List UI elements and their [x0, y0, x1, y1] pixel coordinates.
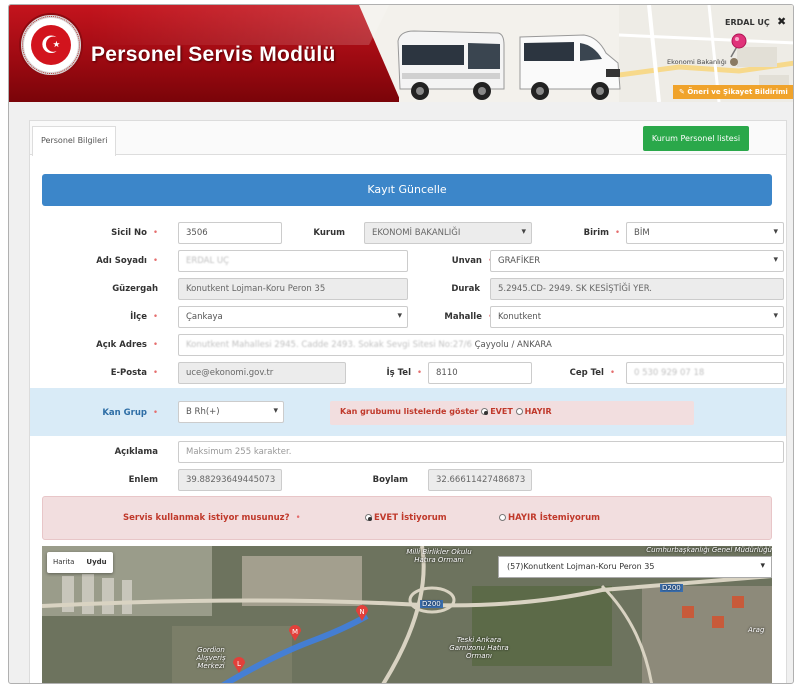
- map-label-road-2: D200: [660, 584, 683, 592]
- mahalle-label: Mahalle•: [444, 312, 493, 322]
- kan-goster-hayir-radio[interactable]: [515, 408, 523, 415]
- is-tel-input[interactable]: 8110: [428, 362, 532, 384]
- map-label-top-right: Cumhurbaşkanlığı Genel Müdürlüğü: [646, 546, 772, 554]
- map-pin-label: Ekonomi Bakanlığı: [667, 58, 738, 66]
- close-icon[interactable]: ✖: [777, 15, 786, 28]
- route-marker-m[interactable]: M: [288, 624, 302, 642]
- aciklama-input[interactable]: Maksimum 255 karakter.: [178, 441, 784, 463]
- map-label-teski: Teski Ankara Garnizonu Hatıra Ormanı: [449, 636, 509, 660]
- unvan-select[interactable]: GRAFİKER: [490, 250, 784, 272]
- form-banner: Kayıt Güncelle: [42, 174, 772, 206]
- tab-personel-bilgileri[interactable]: Personel Bilgileri: [32, 126, 117, 156]
- map-label-arag: Arag: [748, 626, 765, 634]
- acik-adres-input[interactable]: Konutkent Mahallesi 2945. Cadde 2493. So…: [178, 334, 784, 356]
- boylam-label: Boylam: [372, 475, 408, 485]
- unvan-label: Unvan•: [451, 256, 493, 266]
- map-pin-icon: [730, 33, 747, 58]
- ilce-label: İlçe •: [130, 312, 158, 322]
- pencil-icon: ✎: [679, 88, 685, 96]
- feedback-link[interactable]: ✎ Öneri ve Şikayet Bildirimi: [673, 85, 793, 99]
- servis-band: Servis kullanmak istiyor musunuz? • EVET …: [42, 496, 772, 540]
- route-map[interactable]: N M L Milli Birlikler Okulu Hatıra Orman…: [42, 546, 772, 683]
- kan-goster-evet-radio[interactable]: [481, 408, 489, 415]
- kurum-label: Kurum: [313, 228, 345, 238]
- servis-evet-option[interactable]: EVET İstiyorum: [365, 513, 447, 523]
- app-title: Personel Servis Modülü: [91, 43, 336, 66]
- eposta-input[interactable]: uce@ekonomi.gov.tr: [178, 362, 346, 384]
- enlem-label: Enlem: [128, 475, 158, 485]
- is-tel-label: İş Tel •: [386, 368, 422, 378]
- sicil-label: Sicil No •: [111, 228, 158, 238]
- route-select[interactable]: (57)Konutkent Lojman-Koru Peron 35: [498, 556, 772, 578]
- kurum-personel-listesi-button[interactable]: Kurum Personel listesi: [643, 126, 749, 151]
- durak-input[interactable]: 5.2945.CD- 2949. SK KESİŞTİĞİ YER.: [490, 278, 784, 300]
- map-type-uydu[interactable]: Uydu: [80, 552, 112, 572]
- van-image: [519, 34, 621, 100]
- map-type-harita[interactable]: Harita: [47, 552, 80, 572]
- user-name[interactable]: ERDAL UÇ: [725, 18, 770, 27]
- map-label-gordion: Gordion Alışveriş Merkezi: [196, 646, 226, 670]
- route-marker-n[interactable]: N: [355, 604, 369, 622]
- boylam-input[interactable]: 32.66611427486873: [428, 469, 532, 491]
- acik-adres-label: Açık Adres •: [96, 340, 158, 350]
- servis-hayir-option[interactable]: HAYIR İstemiyorum: [499, 513, 600, 523]
- app-frame: ☪ Personel Servis Modülü ERDAL UÇ ✖ Ekon…: [8, 4, 794, 684]
- durak-label: Durak: [451, 284, 480, 294]
- birim-label: Birim •: [583, 228, 620, 238]
- cep-tel-label: Cep Tel •: [569, 368, 615, 378]
- ad-soyad-input[interactable]: ERDAL UÇ: [178, 250, 408, 272]
- ad-soyad-label: Adı Soyadı •: [96, 256, 158, 266]
- kan-grup-label: Kan Grup •: [102, 408, 158, 418]
- map-type-control: Harita Uydu: [47, 552, 113, 573]
- kurum-select[interactable]: EKONOMİ BAKANLIĞI: [364, 222, 532, 244]
- mahalle-select[interactable]: Konutkent: [490, 306, 784, 328]
- ministry-logo: ☪: [21, 15, 81, 75]
- svg-text:N: N: [359, 608, 364, 616]
- kan-grup-select[interactable]: B Rh(+): [178, 401, 284, 423]
- servis-hayir-radio[interactable]: [499, 514, 506, 521]
- main-content: Personel Bilgileri Kurum Personel listes…: [29, 120, 787, 683]
- ilce-select[interactable]: Çankaya: [178, 306, 408, 328]
- eposta-label: E-Posta •: [110, 368, 158, 378]
- tab-bar: Personel Bilgileri Kurum Personel listes…: [30, 121, 786, 156]
- guzergah-label: Güzergah: [112, 284, 158, 294]
- guzergah-input[interactable]: Konutkent Lojman-Koru Peron 35: [178, 278, 408, 300]
- enlem-input[interactable]: 39.88293649445073: [178, 469, 282, 491]
- birim-select[interactable]: BİM: [626, 222, 784, 244]
- map-label-road: D200: [420, 600, 443, 608]
- sicil-input[interactable]: 3506: [178, 222, 282, 244]
- map-label-milli: Milli Birlikler Okulu Hatıra Ormanı: [406, 548, 472, 564]
- minibus-image: [397, 30, 505, 100]
- svg-text:M: M: [292, 628, 298, 636]
- cep-tel-input[interactable]: 0 530 929 07 18: [626, 362, 784, 384]
- servis-evet-radio[interactable]: [365, 514, 372, 521]
- servis-question: Servis kullanmak istiyor musunuz? •: [123, 513, 301, 523]
- header: ☪ Personel Servis Modülü ERDAL UÇ ✖ Ekon…: [9, 5, 793, 102]
- aciklama-label: Açıklama: [114, 447, 158, 457]
- kan-goster-box: Kan grubumu listelerde göster EVET HAYIR: [330, 401, 694, 425]
